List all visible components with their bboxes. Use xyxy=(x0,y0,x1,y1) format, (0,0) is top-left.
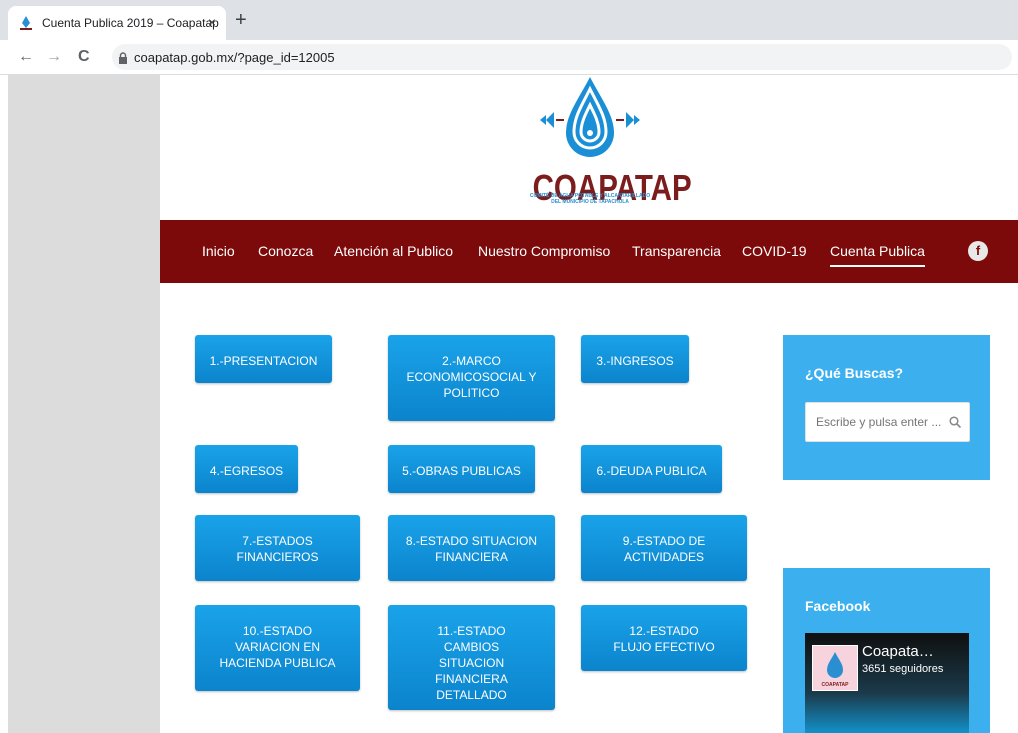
btn-egresos[interactable]: 4.-EGRESOS xyxy=(195,445,298,493)
page-left-edge xyxy=(0,75,8,733)
search-icon[interactable] xyxy=(949,415,962,429)
btn-estado-actividades[interactable]: 9.-ESTADO DE ACTIVIDADES xyxy=(581,515,747,581)
left-gray-gutter xyxy=(8,75,160,733)
facebook-widget-title: Facebook xyxy=(805,598,871,614)
url-text: coapatap.gob.mx/?page_id=12005 xyxy=(134,49,335,65)
fb-page-thumbnail[interactable]: COAPATAP xyxy=(812,645,858,691)
nav-item-inicio[interactable]: Inicio xyxy=(202,243,235,259)
forward-arrow-icon[interactable]: → xyxy=(46,47,62,67)
btn-estado-flujo-efectivo[interactable]: 12.-ESTADO FLUJO EFECTIVO xyxy=(581,605,747,671)
btn-estado-variacion-hacienda[interactable]: 10.-ESTADO VARIACION EN HACIENDA PUBLICA xyxy=(195,605,360,691)
facebook-widget: Facebook COAPATAP Coapata… 3651 seguidor… xyxy=(783,568,990,733)
lock-icon xyxy=(118,51,128,64)
fb-page-name[interactable]: Coapata… xyxy=(862,643,934,660)
coapatap-logo[interactable]: COAPATAP COMITÉ DE AGUA POTABLE Y ALCANT… xyxy=(520,75,692,215)
browser-tab[interactable]: Cuenta Publica 2019 – Coapatap × xyxy=(8,6,226,40)
fb-thumb-label: COAPATAP xyxy=(822,682,850,688)
btn-marco-economicosocial[interactable]: 2.-MARCO ECONOMICOSOCIAL Y POLITICO xyxy=(388,335,555,421)
nav-item-compromiso[interactable]: Nuestro Compromiso xyxy=(478,243,610,259)
btn-obras-publicas[interactable]: 5.-OBRAS PUBLICAS xyxy=(388,445,535,493)
btn-estado-cambios-situacion[interactable]: 11.-ESTADO CAMBIOS SITUACION FINANCIERA … xyxy=(388,605,555,710)
btn-ingresos[interactable]: 3.-INGRESOS xyxy=(581,335,689,383)
btn-estado-situacion-financiera[interactable]: 8.-ESTADO SITUACION FINANCIERA xyxy=(388,515,555,581)
browser-tab-bar: Cuenta Publica 2019 – Coapatap × + xyxy=(0,0,1018,40)
search-box xyxy=(805,402,971,442)
search-widget-title: ¿Qué Buscas? xyxy=(805,365,904,381)
main-nav: Inicio Conozca Atención al Publico Nuest… xyxy=(160,220,1018,283)
new-tab-button[interactable]: + xyxy=(235,10,247,30)
back-arrow-icon[interactable]: ← xyxy=(18,47,34,67)
coapatap-favicon-icon xyxy=(18,15,34,31)
site-header: COAPATAP COMITÉ DE AGUA POTABLE Y ALCANT… xyxy=(160,75,1018,220)
logo-subtitle-line-2: DEL MUNICIPIO DE TAPACHULA xyxy=(551,199,629,205)
address-bar[interactable]: coapatap.gob.mx/?page_id=12005 xyxy=(112,44,1012,70)
search-input[interactable] xyxy=(806,403,971,441)
logo-subtitle: COMITÉ DE AGUA POTABLE Y ALCANTARILLADO … xyxy=(520,193,660,205)
nav-item-transparencia[interactable]: Transparencia xyxy=(632,243,721,259)
water-drop-logo-icon xyxy=(540,77,640,157)
tab-title: Cuenta Publica 2019 – Coapatap xyxy=(42,16,219,30)
reload-icon[interactable]: C xyxy=(78,47,90,67)
tab-close-icon[interactable]: × xyxy=(208,14,216,30)
btn-estados-financieros[interactable]: 7.-ESTADOS FINANCIEROS xyxy=(195,515,360,581)
fb-followers-count: 3651 seguidores xyxy=(862,663,944,675)
search-widget: ¿Qué Buscas? xyxy=(783,335,990,480)
btn-presentacion[interactable]: 1.-PRESENTACION xyxy=(195,335,332,383)
facebook-page-embed[interactable]: COAPATAP Coapata… 3651 seguidores xyxy=(805,633,969,733)
nav-item-covid[interactable]: COVID-19 xyxy=(742,243,807,259)
btn-deuda-publica[interactable]: 6.-DEUDA PUBLICA xyxy=(581,445,722,493)
facebook-icon[interactable]: f xyxy=(968,241,988,261)
nav-item-atencion[interactable]: Atención al Publico xyxy=(334,243,453,259)
browser-toolbar: ← → C coapatap.gob.mx/?page_id=12005 xyxy=(0,40,1018,75)
nav-item-conozca[interactable]: Conozca xyxy=(258,243,313,259)
nav-item-cuenta-publica[interactable]: Cuenta Publica xyxy=(830,243,925,267)
